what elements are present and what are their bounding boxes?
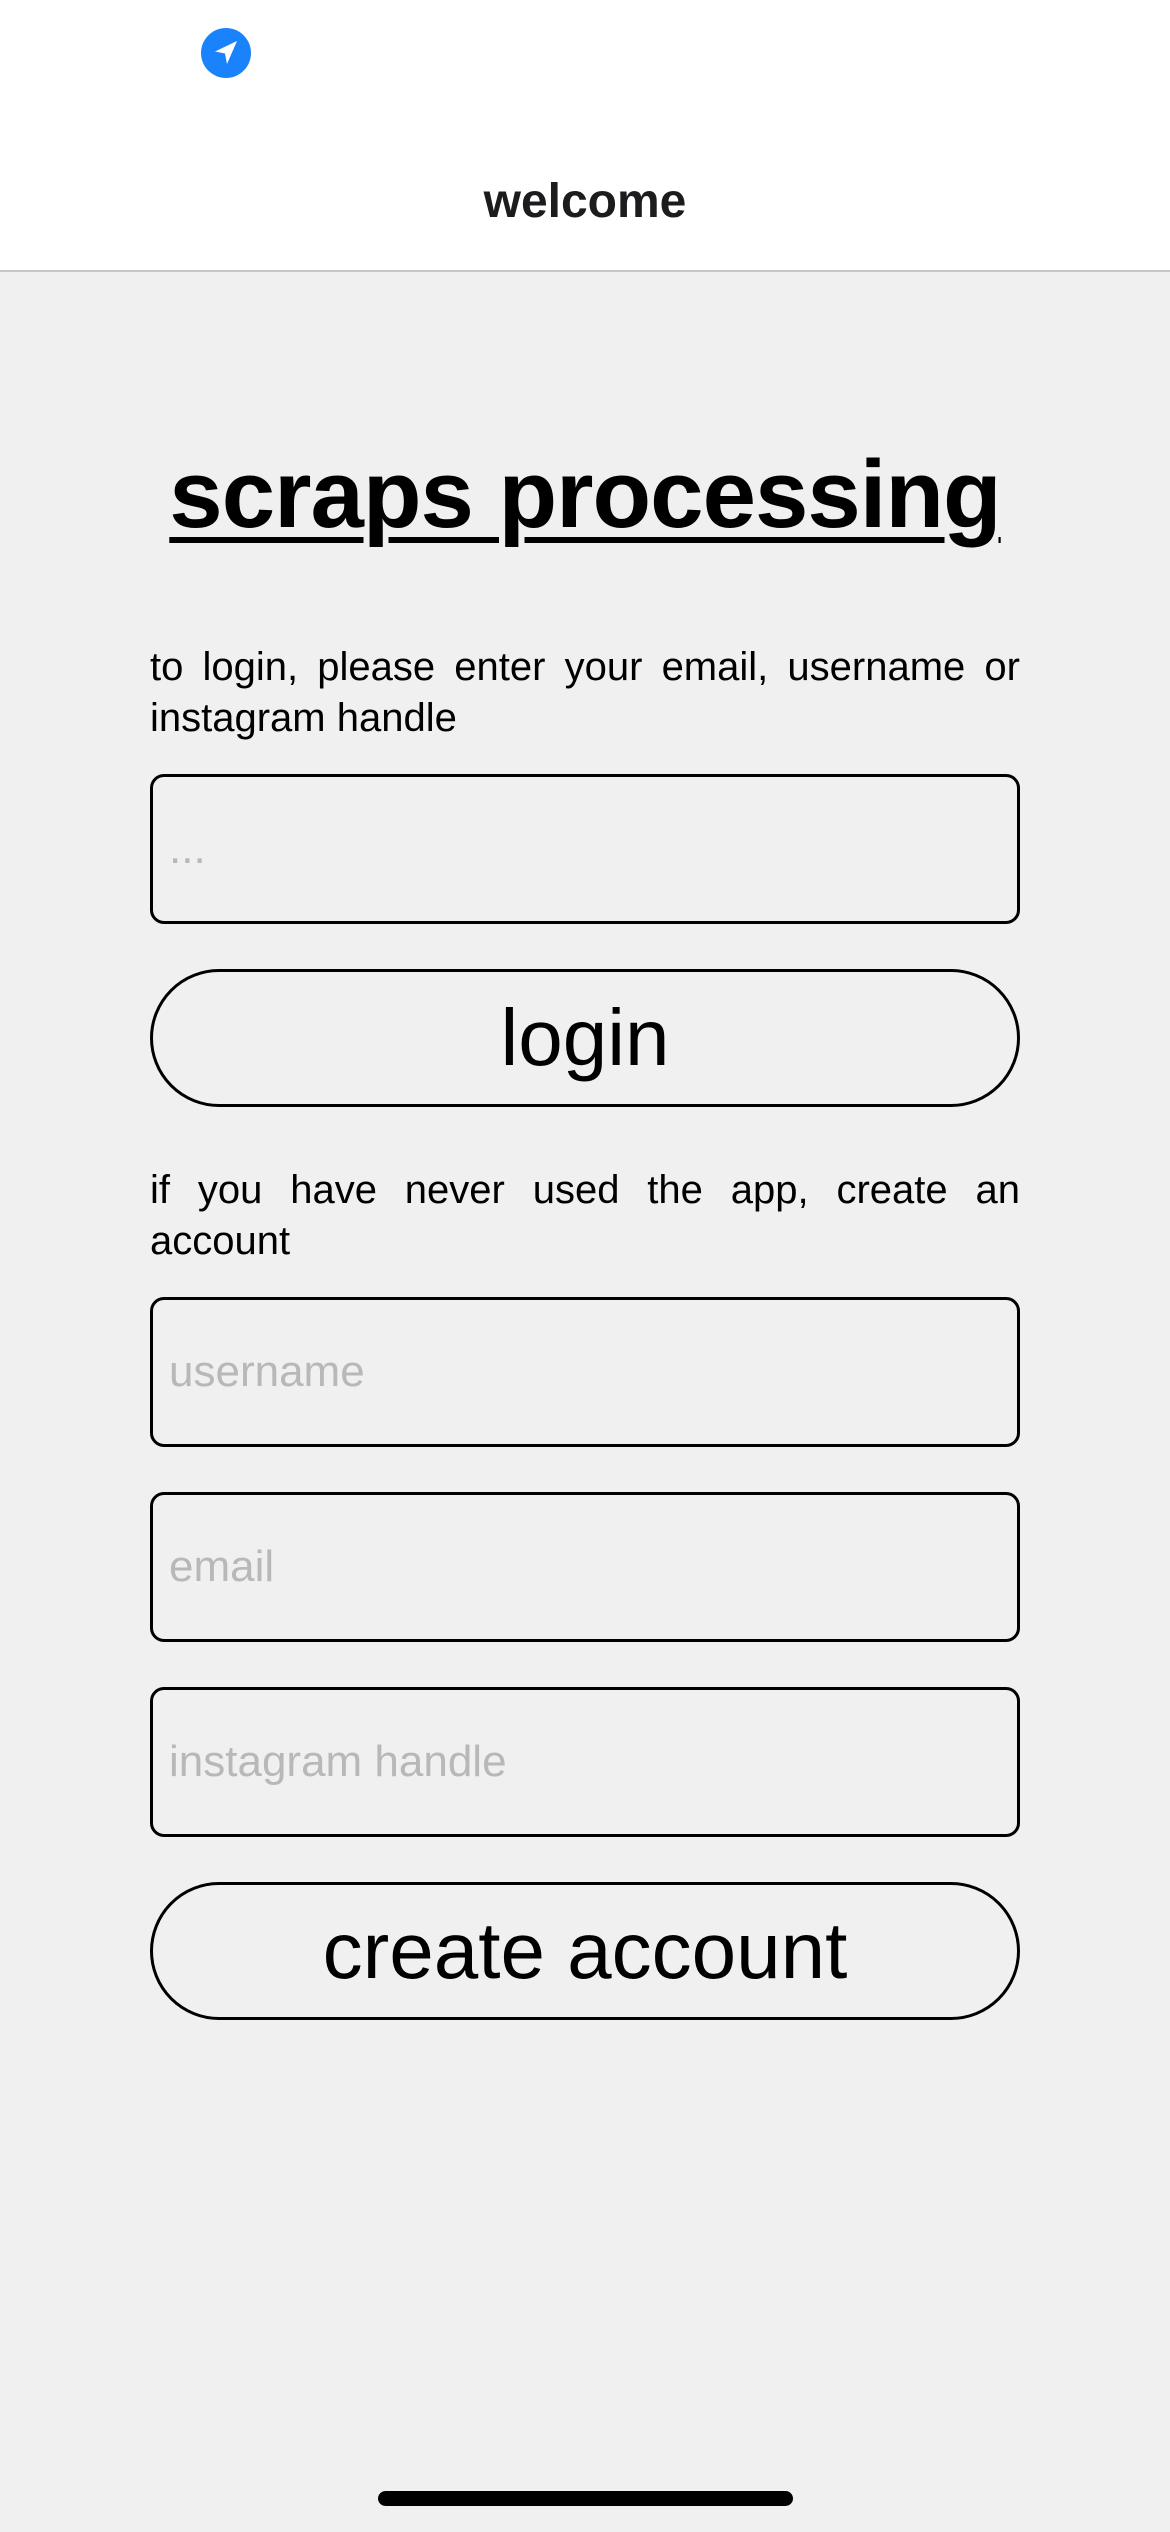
login-button[interactable]: login — [150, 969, 1020, 1107]
instagram-handle-input[interactable] — [150, 1687, 1020, 1837]
status-bar — [0, 0, 1170, 110]
login-identifier-input[interactable] — [150, 774, 1020, 924]
login-instruction: to login, please enter your email, usern… — [150, 645, 1020, 740]
navigation-bar: welcome — [0, 110, 1170, 272]
username-input[interactable] — [150, 1297, 1020, 1447]
app-title: scraps processing — [169, 441, 1001, 548]
signup-instruction: if you have never used the app, create a… — [150, 1168, 1020, 1263]
location-arrow-icon — [201, 28, 251, 78]
home-indicator[interactable] — [378, 2491, 793, 2506]
nav-title: welcome — [483, 175, 687, 228]
create-account-button[interactable]: create account — [150, 1882, 1020, 2020]
email-input[interactable] — [150, 1492, 1020, 1642]
